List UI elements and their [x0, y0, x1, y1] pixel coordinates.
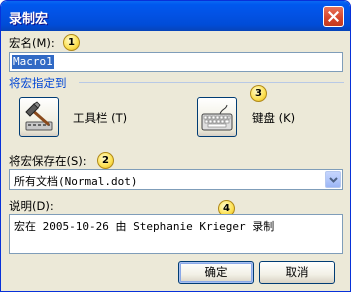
- close-button[interactable]: [323, 6, 344, 27]
- close-icon: [328, 11, 339, 22]
- dropdown-arrow-button[interactable]: [325, 171, 341, 188]
- section-divider: [79, 82, 344, 83]
- callout-3-badge: 3: [250, 85, 267, 102]
- toolbar-label: 工具栏 (T): [73, 111, 128, 125]
- description-label: 说明(D):: [9, 199, 54, 213]
- description-textarea[interactable]: 宏在 2005-10-26 由 Stephanie Krieger 录制: [9, 214, 343, 254]
- assign-section-heading: 将宏指定到: [9, 76, 67, 90]
- hammer-icon: [25, 101, 53, 131]
- keyboard-label: 键盘 (K): [252, 111, 296, 125]
- macro-name-value: Macro1: [12, 55, 54, 69]
- callout-2-badge: 2: [97, 152, 114, 169]
- title-bar[interactable]: 录制宏: [1, 1, 350, 31]
- keyboard-button[interactable]: [197, 97, 237, 137]
- dialog-body: 宏名(M): 1 Macro1 将宏指定到 工具栏 (T) 3 键盘 (K) 将…: [1, 31, 350, 291]
- store-in-label: 将宏保存在(S):: [9, 154, 87, 168]
- store-in-value: 所有文档(Normal.dot): [14, 175, 138, 188]
- macro-name-input[interactable]: Macro1: [9, 52, 343, 72]
- dialog-title: 录制宏: [9, 12, 49, 27]
- cancel-button[interactable]: 取消: [259, 261, 335, 284]
- store-in-dropdown[interactable]: 所有文档(Normal.dot): [9, 169, 343, 190]
- keyboard-icon: [201, 104, 233, 131]
- toolbar-button[interactable]: [19, 97, 59, 137]
- callout-1-badge: 1: [63, 34, 80, 51]
- record-macro-dialog: 录制宏 宏名(M): 1 Macro1 将宏指定到 工具栏 (T) 3 键盘 (…: [0, 0, 351, 292]
- ok-button[interactable]: 确定: [178, 261, 254, 284]
- macro-name-label: 宏名(M):: [9, 36, 55, 50]
- description-value: 宏在 2005-10-26 由 Stephanie Krieger 录制: [14, 220, 275, 233]
- chevron-down-icon: [328, 176, 338, 183]
